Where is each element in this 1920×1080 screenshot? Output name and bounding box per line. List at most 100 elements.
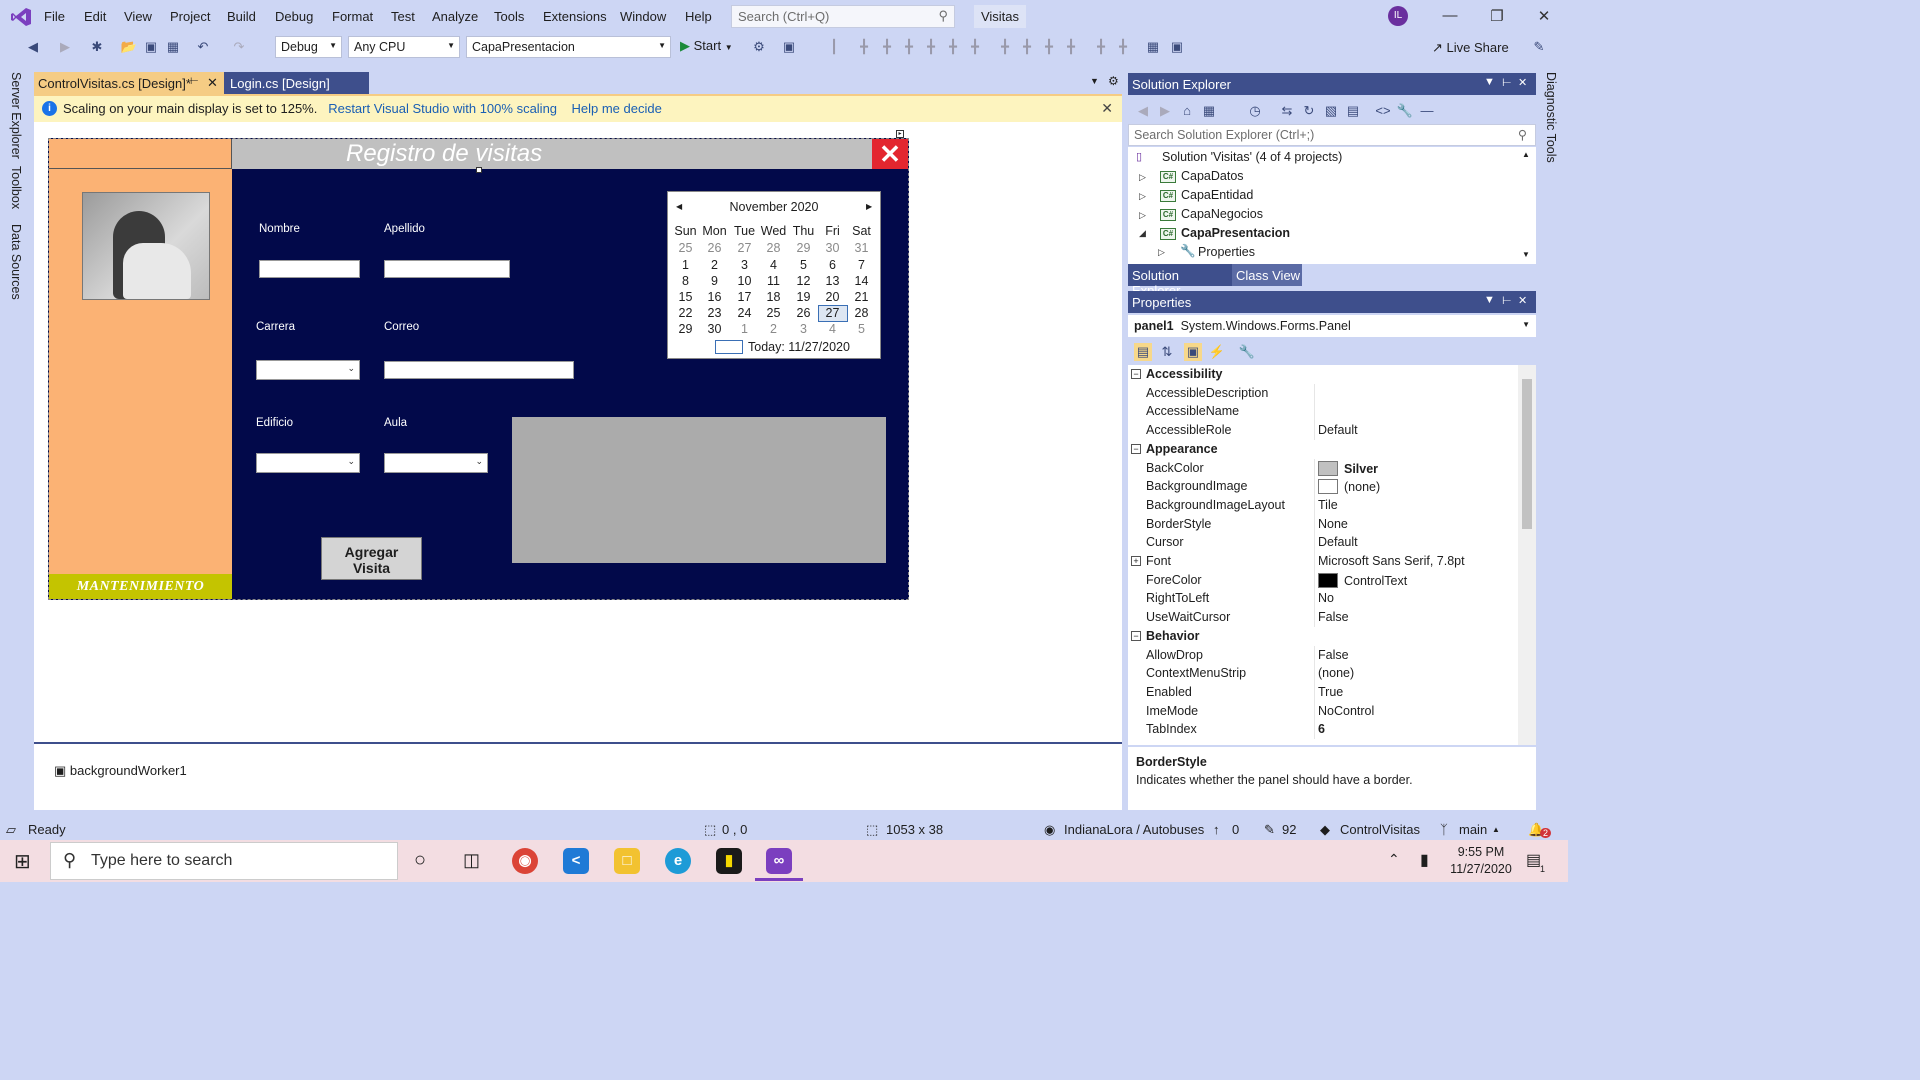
tab-settings-icon[interactable]: ⚙	[1108, 74, 1119, 88]
events-lightning-icon[interactable]: ⚡	[1208, 343, 1226, 361]
calendar-day[interactable]: 27	[818, 306, 847, 320]
collapse-all-icon[interactable]: ▧	[1322, 102, 1340, 120]
tree-project-capanegocios[interactable]: CapaNegocios	[1181, 207, 1263, 221]
agregar-visita-button[interactable]: Agregar Visita	[321, 537, 422, 580]
close-infobar-icon[interactable]: ✕	[1101, 100, 1113, 117]
property-category[interactable]: − Behavior	[1128, 627, 1518, 646]
calendar-day[interactable]: 3	[730, 258, 759, 272]
property-value[interactable]: ControlText	[1318, 572, 1407, 588]
calendar-next-icon[interactable]: ▶	[866, 202, 872, 211]
expand-icon[interactable]: ▷	[1158, 247, 1165, 258]
hspacing-icon[interactable]: ╋	[996, 38, 1014, 56]
calendar-day[interactable]: 19	[789, 290, 818, 304]
property-row[interactable]: BorderStyle None	[1128, 514, 1518, 534]
edificio-select[interactable]: ⌄	[256, 453, 360, 473]
property-row[interactable]: RightToLeft No	[1128, 589, 1518, 609]
tab-controlvisitas-design[interactable]: ControlVisitas.cs [Design]* ⊢ ✕	[34, 72, 224, 94]
diagnostic-tools-tab[interactable]: Diagnostic Tools	[1544, 72, 1558, 163]
send-back-icon[interactable]: ╋	[1114, 38, 1132, 56]
property-value[interactable]: Microsoft Sans Serif, 7.8pt	[1318, 554, 1465, 568]
calendar-day[interactable]: 5	[847, 322, 876, 336]
taskbar-search-input[interactable]: ⚲ Type here to search	[50, 842, 398, 880]
calendar-day[interactable]: 2	[759, 322, 788, 336]
apellido-field[interactable]	[384, 260, 510, 278]
calendar-day[interactable]: 31	[847, 241, 876, 255]
correo-field[interactable]	[384, 361, 574, 379]
restore-icon[interactable]: ❐	[1487, 7, 1507, 25]
property-value[interactable]: Silver	[1318, 460, 1378, 476]
tree-project-capadatos[interactable]: CapaDatos	[1181, 169, 1244, 183]
expand-icon[interactable]: ▷	[1139, 191, 1146, 202]
menu-format[interactable]: Format	[332, 9, 373, 24]
aula-select[interactable]: ⌄	[384, 453, 488, 473]
help-me-decide-link[interactable]: Help me decide	[571, 101, 661, 116]
property-row[interactable]: UseWaitCursor False	[1128, 608, 1518, 628]
redo-icon[interactable]: ↷	[230, 38, 248, 56]
property-value[interactable]: False	[1318, 648, 1349, 662]
align-tops-icon[interactable]: ╋	[900, 38, 918, 56]
window-position-icon[interactable]: ▼	[1484, 294, 1495, 306]
restart-scaling-link[interactable]: Restart Visual Studio with 100% scaling	[328, 101, 557, 116]
calendar-day[interactable]: 21	[847, 290, 876, 304]
back-icon[interactable]: ◀	[1134, 102, 1152, 120]
collapse-icon[interactable]: ◢	[1139, 228, 1146, 239]
tab-overflow-icon[interactable]: ▼	[1090, 76, 1099, 86]
property-value[interactable]: False	[1318, 610, 1349, 624]
calendar-day[interactable]: 27	[730, 241, 759, 255]
tab-class-view[interactable]: Class View	[1236, 268, 1300, 283]
menu-analyze[interactable]: Analyze	[432, 9, 478, 24]
calendar-day[interactable]: 22	[671, 306, 700, 320]
preview-icon[interactable]: —	[1418, 102, 1436, 120]
collapse-icon[interactable]: −	[1131, 369, 1141, 379]
calendar-day[interactable]: 10	[730, 274, 759, 288]
data-sources-tab[interactable]: Data Sources	[9, 224, 23, 300]
calendar-day[interactable]: 13	[818, 274, 847, 288]
calendar-day[interactable]: 15	[671, 290, 700, 304]
vspacing-icon[interactable]: ╋	[1018, 38, 1036, 56]
menu-file[interactable]: File	[44, 9, 65, 24]
pin-icon[interactable]: ⊢	[190, 76, 199, 87]
property-row[interactable]: BackgroundImage (none)	[1128, 477, 1518, 497]
calendar-day[interactable]: 28	[759, 241, 788, 255]
calendar-day[interactable]: 17	[730, 290, 759, 304]
platform-select[interactable]: Any CPU ▼	[348, 36, 460, 58]
property-row[interactable]: + Font Microsoft Sans Serif, 7.8pt	[1128, 552, 1518, 571]
scroll-down-icon[interactable]: ▼	[1522, 250, 1530, 259]
show-all-files-icon[interactable]: ▤	[1344, 102, 1362, 120]
property-value[interactable]: Default	[1318, 423, 1358, 437]
battery-icon[interactable]: ▮	[1420, 850, 1429, 870]
properties-view-icon[interactable]: ▣	[1184, 343, 1202, 361]
lock-controls-icon[interactable]: ▣	[1168, 38, 1186, 56]
property-value[interactable]: (none)	[1318, 479, 1380, 495]
task-view-icon[interactable]: ◫	[463, 850, 480, 871]
save-all-icon[interactable]: ▦	[164, 38, 182, 56]
user-avatar[interactable]: IL	[1388, 6, 1408, 26]
calendar-day[interactable]: 7	[847, 258, 876, 272]
collapse-icon[interactable]: −	[1131, 443, 1141, 454]
cortana-icon[interactable]: ○	[414, 849, 426, 872]
calendar-day[interactable]: 23	[700, 306, 729, 320]
properties-object-select[interactable]: panel1 System.Windows.Forms.Panel ▼	[1128, 315, 1536, 337]
status-push-count[interactable]: 0	[1232, 822, 1239, 837]
background-worker-component[interactable]: ▣ backgroundWorker1	[54, 763, 187, 779]
close-panel-icon[interactable]: ✕	[1518, 294, 1527, 307]
chevron-up-icon[interactable]: ⌃	[1388, 851, 1400, 868]
scroll-thumb[interactable]	[1522, 379, 1532, 529]
calendar-day[interactable]: 4	[759, 258, 788, 272]
start-button[interactable]: ▶ Start ▼	[680, 38, 733, 54]
calendar-day[interactable]: 3	[789, 322, 818, 336]
save-icon[interactable]: ▣	[142, 38, 160, 56]
property-row[interactable]: Cursor Default	[1128, 533, 1518, 553]
solution-config-select[interactable]: Debug ▼	[275, 36, 342, 58]
align-middles-icon[interactable]: ╋	[922, 38, 940, 56]
browser-link-icon[interactable]: ⚙	[750, 38, 768, 56]
nombre-field[interactable]	[259, 260, 360, 278]
property-category[interactable]: − Accessibility	[1128, 365, 1518, 384]
feedback-icon[interactable]: ✎	[1530, 38, 1548, 56]
chrome-icon[interactable]: ◉	[512, 848, 538, 874]
tab-solution-explorer[interactable]: Solution Explorer	[1128, 264, 1232, 298]
windows-start-icon[interactable]: ⊞	[14, 849, 31, 874]
bring-front-icon[interactable]: ╋	[1092, 38, 1110, 56]
align-bottoms-icon[interactable]: ╋	[944, 38, 962, 56]
status-changes[interactable]: 92	[1282, 822, 1296, 837]
